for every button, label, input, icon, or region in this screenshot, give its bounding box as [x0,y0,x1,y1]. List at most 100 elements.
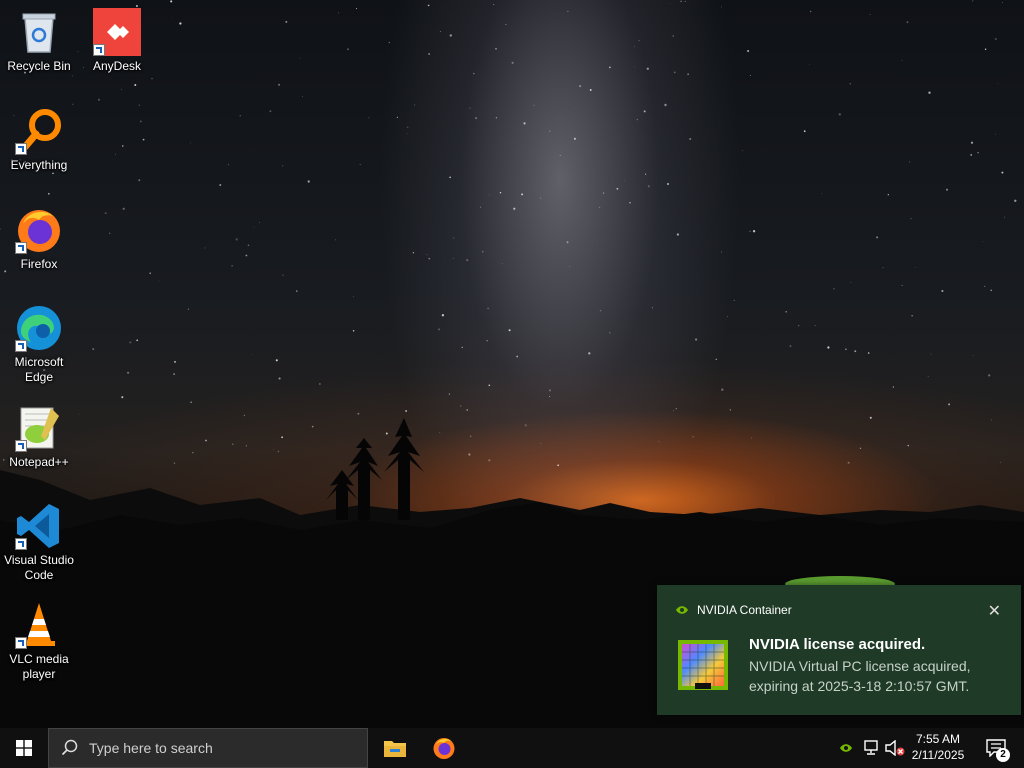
star [634,46,635,48]
desktop-icon-everything[interactable]: Everything [1,107,77,173]
star [508,329,511,332]
star [488,384,491,387]
star [247,244,250,247]
desktop-icon-microsoft-edge[interactable]: Microsoft Edge [1,304,77,385]
star [359,164,361,165]
star [675,408,677,410]
star [368,117,370,119]
star [533,104,535,106]
star [278,377,281,380]
star [629,202,631,204]
star [821,193,823,195]
star [859,447,862,449]
star [995,133,997,135]
star [275,359,278,362]
star [990,419,992,421]
desktop-icon-vscode[interactable]: Visual Studio Code [1,502,77,583]
star [624,180,626,181]
star [694,338,698,341]
toast-title: NVIDIA license acquired. [749,636,926,653]
taskbar-search-box[interactable]: Type here to search [48,728,368,768]
star [599,309,602,312]
star [982,241,983,243]
star [158,280,160,282]
desktop-icon-vlc[interactable]: VLC media player [1,601,77,682]
clock-time: 7:55 AM [915,732,961,746]
star [319,383,321,385]
star [876,236,879,239]
star [941,289,944,293]
star [687,73,689,75]
star [138,179,141,182]
star [727,316,728,318]
star [355,8,358,10]
star [204,247,206,249]
taskbar-clock[interactable]: 7:55 AM 2/11/2025 [905,731,971,763]
star [385,432,388,435]
star [729,409,731,411]
star [638,39,640,42]
star [469,435,472,438]
star [901,285,903,287]
volume-muted-icon [885,740,905,756]
star [173,373,175,375]
star [139,120,142,123]
star [559,154,561,156]
star [473,72,475,75]
desktop-icon-anydesk[interactable]: AnyDesk [79,8,155,74]
firefox-icon [433,738,455,759]
star [608,331,611,334]
star [684,0,686,2]
desktop-icon-firefox[interactable]: Firefox [1,206,77,272]
star [129,341,132,344]
toast-close-button[interactable]: ✕ [988,601,1001,621]
star [647,185,650,188]
star [882,267,884,269]
desktop-icon-notepadpp[interactable]: Notepad++ [1,404,77,470]
star [669,3,671,4]
star [438,328,441,331]
star [138,104,141,106]
star [589,89,592,91]
star [803,130,806,133]
star [634,66,635,68]
star [428,53,430,55]
toast-app-name: NVIDIA Container [697,603,792,617]
star [672,35,674,37]
tray-nvidia-icon[interactable] [836,728,856,768]
star [205,439,207,442]
star [352,295,354,297]
star [134,83,137,87]
star [281,436,283,439]
star [486,340,488,342]
desktop-icon-recycle-bin[interactable]: Recycle Bin [1,8,77,74]
star [567,10,569,12]
taskbar-firefox[interactable] [420,728,468,768]
vscode-icon [15,502,63,550]
shortcut-arrow-icon [93,44,105,56]
star [854,350,857,353]
action-center-button[interactable]: 2 [978,728,1014,768]
tray-network-icon[interactable] [860,728,882,768]
star [461,346,463,348]
star [231,264,233,267]
star [910,217,912,220]
taskbar-file-explorer[interactable] [371,728,419,768]
notification-toast[interactable]: NVIDIA Container ✕ NVIDIA license acquir… [657,585,1021,715]
star [814,325,816,326]
star [1004,216,1006,218]
desktop-icon-label: Visual Studio Code [4,553,74,582]
star [579,85,582,88]
network-icon [864,740,878,755]
star [396,116,398,118]
star [887,194,889,196]
desktop-icon-label: Notepad++ [9,455,69,469]
notification-count-badge: 2 [996,748,1010,762]
star [449,176,451,179]
star [269,110,272,113]
windows-logo-icon [16,740,32,756]
star [475,117,478,120]
tray-volume-icon[interactable] [884,728,906,768]
start-button[interactable] [0,728,48,768]
star [977,152,979,154]
